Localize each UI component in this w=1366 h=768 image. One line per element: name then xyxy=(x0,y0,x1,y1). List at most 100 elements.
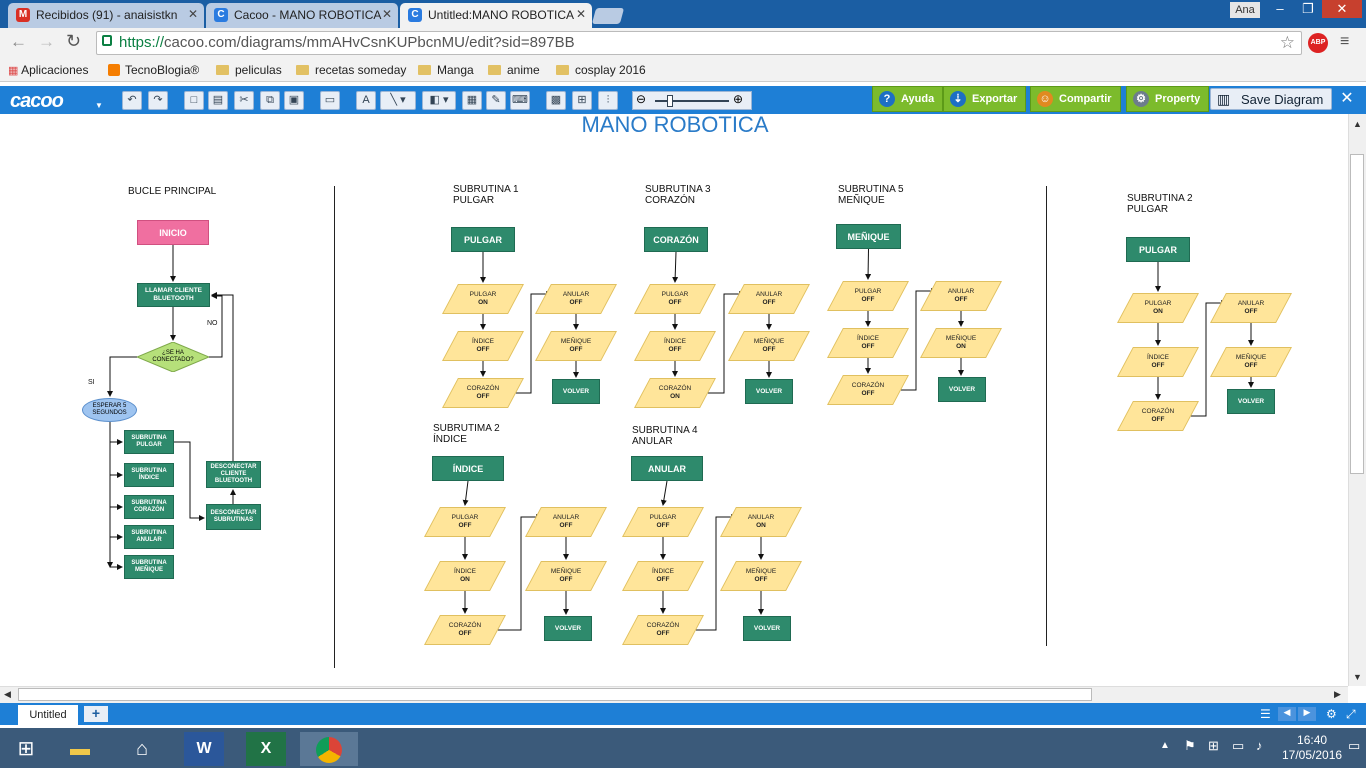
horizontal-scroll-thumb[interactable] xyxy=(18,688,1092,701)
finger-state-node[interactable]: ANULAR OFF xyxy=(728,284,810,314)
subroutine-start-node[interactable]: MEÑIQUE xyxy=(836,224,901,249)
tab-gmail[interactable]: M Recibidos (91) - anaisistkn ✕ xyxy=(8,3,204,28)
subroutine-heading[interactable]: SUBRUTINA 3 xyxy=(645,184,711,195)
scroll-up-icon[interactable]: ▲ xyxy=(1353,119,1362,129)
copy-icon[interactable]: ⧉ xyxy=(260,91,280,110)
keyboard-icon[interactable]: ⌨ xyxy=(510,91,530,110)
notifications-icon[interactable]: ▭ xyxy=(1348,738,1360,754)
cut-icon[interactable]: ✂ xyxy=(234,91,254,110)
finger-state-node[interactable]: ANULAR OFF xyxy=(1210,293,1292,323)
excel-icon[interactable]: X xyxy=(246,732,286,766)
user-profile-button[interactable]: Ana xyxy=(1230,2,1260,18)
line-tool-icon[interactable]: ╲ ▾ xyxy=(380,91,416,110)
duplicate-icon[interactable]: ▣ xyxy=(284,91,304,110)
finger-state-node[interactable]: MEÑIQUE OFF xyxy=(1210,347,1292,377)
bookmark-peliculas[interactable]: peliculas xyxy=(216,63,282,77)
restore-icon[interactable]: ❐ xyxy=(1294,0,1322,18)
subroutine-heading-name[interactable]: PULGAR xyxy=(453,195,494,206)
star-icon[interactable]: ☆ xyxy=(1280,33,1295,53)
sub-call-node[interactable]: SUBRUTINA MEÑIQUE xyxy=(124,555,174,579)
fullscreen-icon[interactable]: ⤢ xyxy=(1346,707,1356,722)
vertical-scroll-thumb[interactable] xyxy=(1350,154,1364,474)
flag-icon[interactable]: ⚑ xyxy=(1184,738,1196,754)
zoom-out-icon[interactable]: ⊖ xyxy=(636,92,646,106)
subroutine-start-node[interactable]: ÍNDICE xyxy=(432,456,504,481)
return-node[interactable]: VOLVER xyxy=(552,379,600,404)
minimize-icon[interactable]: – xyxy=(1266,0,1294,18)
finger-state-node[interactable]: MEÑIQUE OFF xyxy=(720,561,802,591)
pen-tool-icon[interactable]: ✎ xyxy=(486,91,506,110)
property-button[interactable]: ⚙ Property xyxy=(1126,86,1210,112)
bookmark-anime[interactable]: anime xyxy=(488,63,540,77)
subroutine-heading[interactable]: SUBRUTINA 4 xyxy=(632,425,698,436)
return-node[interactable]: VOLVER xyxy=(745,379,793,404)
return-node[interactable]: VOLVER xyxy=(743,616,791,641)
shape-tool-icon[interactable]: ◧ ▾ xyxy=(422,91,456,110)
finger-state-node[interactable]: PULGAR ON xyxy=(442,284,524,314)
home-icon[interactable]: ⌂ xyxy=(122,732,162,766)
menu-icon[interactable]: ≡ xyxy=(1340,33,1349,51)
decision-node[interactable]: ¿SE HA CONECTADO? xyxy=(137,342,209,372)
finger-state-node[interactable]: ÍNDICE OFF xyxy=(1117,347,1199,377)
text-tool-icon[interactable]: A xyxy=(356,91,376,110)
finger-state-node[interactable]: PULGAR OFF xyxy=(622,507,704,537)
finger-state-node[interactable]: CORAZÓN OFF xyxy=(442,378,524,408)
subroutine-heading-name[interactable]: MEÑIQUE xyxy=(838,195,885,206)
finger-state-node[interactable]: MEÑIQUE ON xyxy=(920,328,1002,358)
subroutine-heading-name[interactable]: PULGAR xyxy=(1127,204,1168,215)
close-editor-icon[interactable]: ✕ xyxy=(1336,88,1358,110)
finger-state-node[interactable]: CORAZÓN ON xyxy=(634,378,716,408)
zoom-slider-handle[interactable] xyxy=(667,95,673,107)
undo-icon[interactable]: ↶ xyxy=(122,91,142,110)
diagram-canvas[interactable]: BUCLE PRINCIPAL INICIO LLAMAR CLIENTE BLUE… xyxy=(0,114,1348,686)
windows-start-icon[interactable]: ⊞ xyxy=(6,732,46,766)
subroutine-start-node[interactable]: CORAZÓN xyxy=(644,227,708,252)
sub-call-node[interactable]: SUBRUTINA ANULAR xyxy=(124,525,174,549)
close-tab-icon[interactable]: ✕ xyxy=(188,7,198,21)
finger-state-node[interactable]: ANULAR OFF xyxy=(535,284,617,314)
disconnect-client-node[interactable]: DESCONECTAR CLIENTE BLUETOOTH xyxy=(206,461,261,488)
wait-node[interactable]: ESPERAR 5 SEGUNDOS xyxy=(82,398,137,422)
main-loop-heading[interactable]: BUCLE PRINCIPAL xyxy=(128,186,216,197)
help-button[interactable]: ? Ayuda xyxy=(872,86,944,112)
save-diagram-button[interactable]: ▥ Save Diagram xyxy=(1210,88,1332,110)
bookmark-recetas[interactable]: recetas someday xyxy=(296,63,406,77)
sheet-tab-untitled[interactable]: Untitled xyxy=(18,705,78,725)
finger-state-node[interactable]: PULGAR OFF xyxy=(634,284,716,314)
finger-state-node[interactable]: ANULAR OFF xyxy=(920,281,1002,311)
finger-state-node[interactable]: ANULAR ON xyxy=(720,507,802,537)
finger-state-node[interactable]: CORAZÓN OFF xyxy=(622,615,704,645)
scroll-down-icon[interactable]: ▼ xyxy=(1353,672,1362,682)
close-tab-icon[interactable]: ✕ xyxy=(576,7,586,21)
plugin-icon[interactable]: ⚙ xyxy=(1326,707,1337,721)
tray-chevron-icon[interactable]: ▲ xyxy=(1160,740,1170,751)
finger-state-node[interactable]: MEÑIQUE OFF xyxy=(535,331,617,361)
sub-call-node[interactable]: SUBRUTINA CORAZÓN xyxy=(124,495,174,519)
back-icon[interactable]: ← xyxy=(10,32,27,52)
logo-menu-chevron-icon[interactable]: ▼ xyxy=(95,101,103,110)
tab-cacoo[interactable]: C Cacoo - MANO ROBOTICA ✕ xyxy=(206,3,398,28)
new-tab-button[interactable] xyxy=(591,8,625,24)
finger-state-node[interactable]: CORAZÓN OFF xyxy=(424,615,506,645)
sheet-prev-icon[interactable]: ◀ xyxy=(1278,707,1296,721)
layout-icon[interactable]: ⊞ xyxy=(572,91,592,110)
subroutine-heading-name[interactable]: CORAZÓN xyxy=(645,195,695,206)
close-window-icon[interactable]: ✕ xyxy=(1322,0,1362,18)
new-shape-icon[interactable]: □ xyxy=(184,91,204,110)
start-node[interactable]: INICIO xyxy=(137,220,209,245)
sheet-list-icon[interactable]: ☰ xyxy=(1260,707,1271,721)
cacoo-logo[interactable]: cacoo xyxy=(10,90,64,113)
forward-icon[interactable]: → xyxy=(38,32,55,52)
tab-untitled[interactable]: C Untitled:MANO ROBOTICA ✕ xyxy=(400,3,592,28)
finger-state-node[interactable]: ANULAR OFF xyxy=(525,507,607,537)
subroutine-heading[interactable]: SUBRUTINA 5 xyxy=(838,184,904,195)
return-node[interactable]: VOLVER xyxy=(1227,389,1275,414)
settings-sliders-icon[interactable]: ⫶ xyxy=(598,91,618,110)
bookmark-tecnoblogia[interactable]: TecnoBlogia® xyxy=(108,63,199,77)
subroutine-start-node[interactable]: ANULAR xyxy=(631,456,703,481)
close-tab-icon[interactable]: ✕ xyxy=(382,7,392,21)
volume-icon[interactable]: ♪ xyxy=(1256,738,1263,753)
windows-tray-icon[interactable]: ⊞ xyxy=(1208,738,1219,754)
subroutine-heading-name[interactable]: ÍNDICE xyxy=(433,434,467,445)
stencil-icon[interactable]: ▩ xyxy=(546,91,566,110)
